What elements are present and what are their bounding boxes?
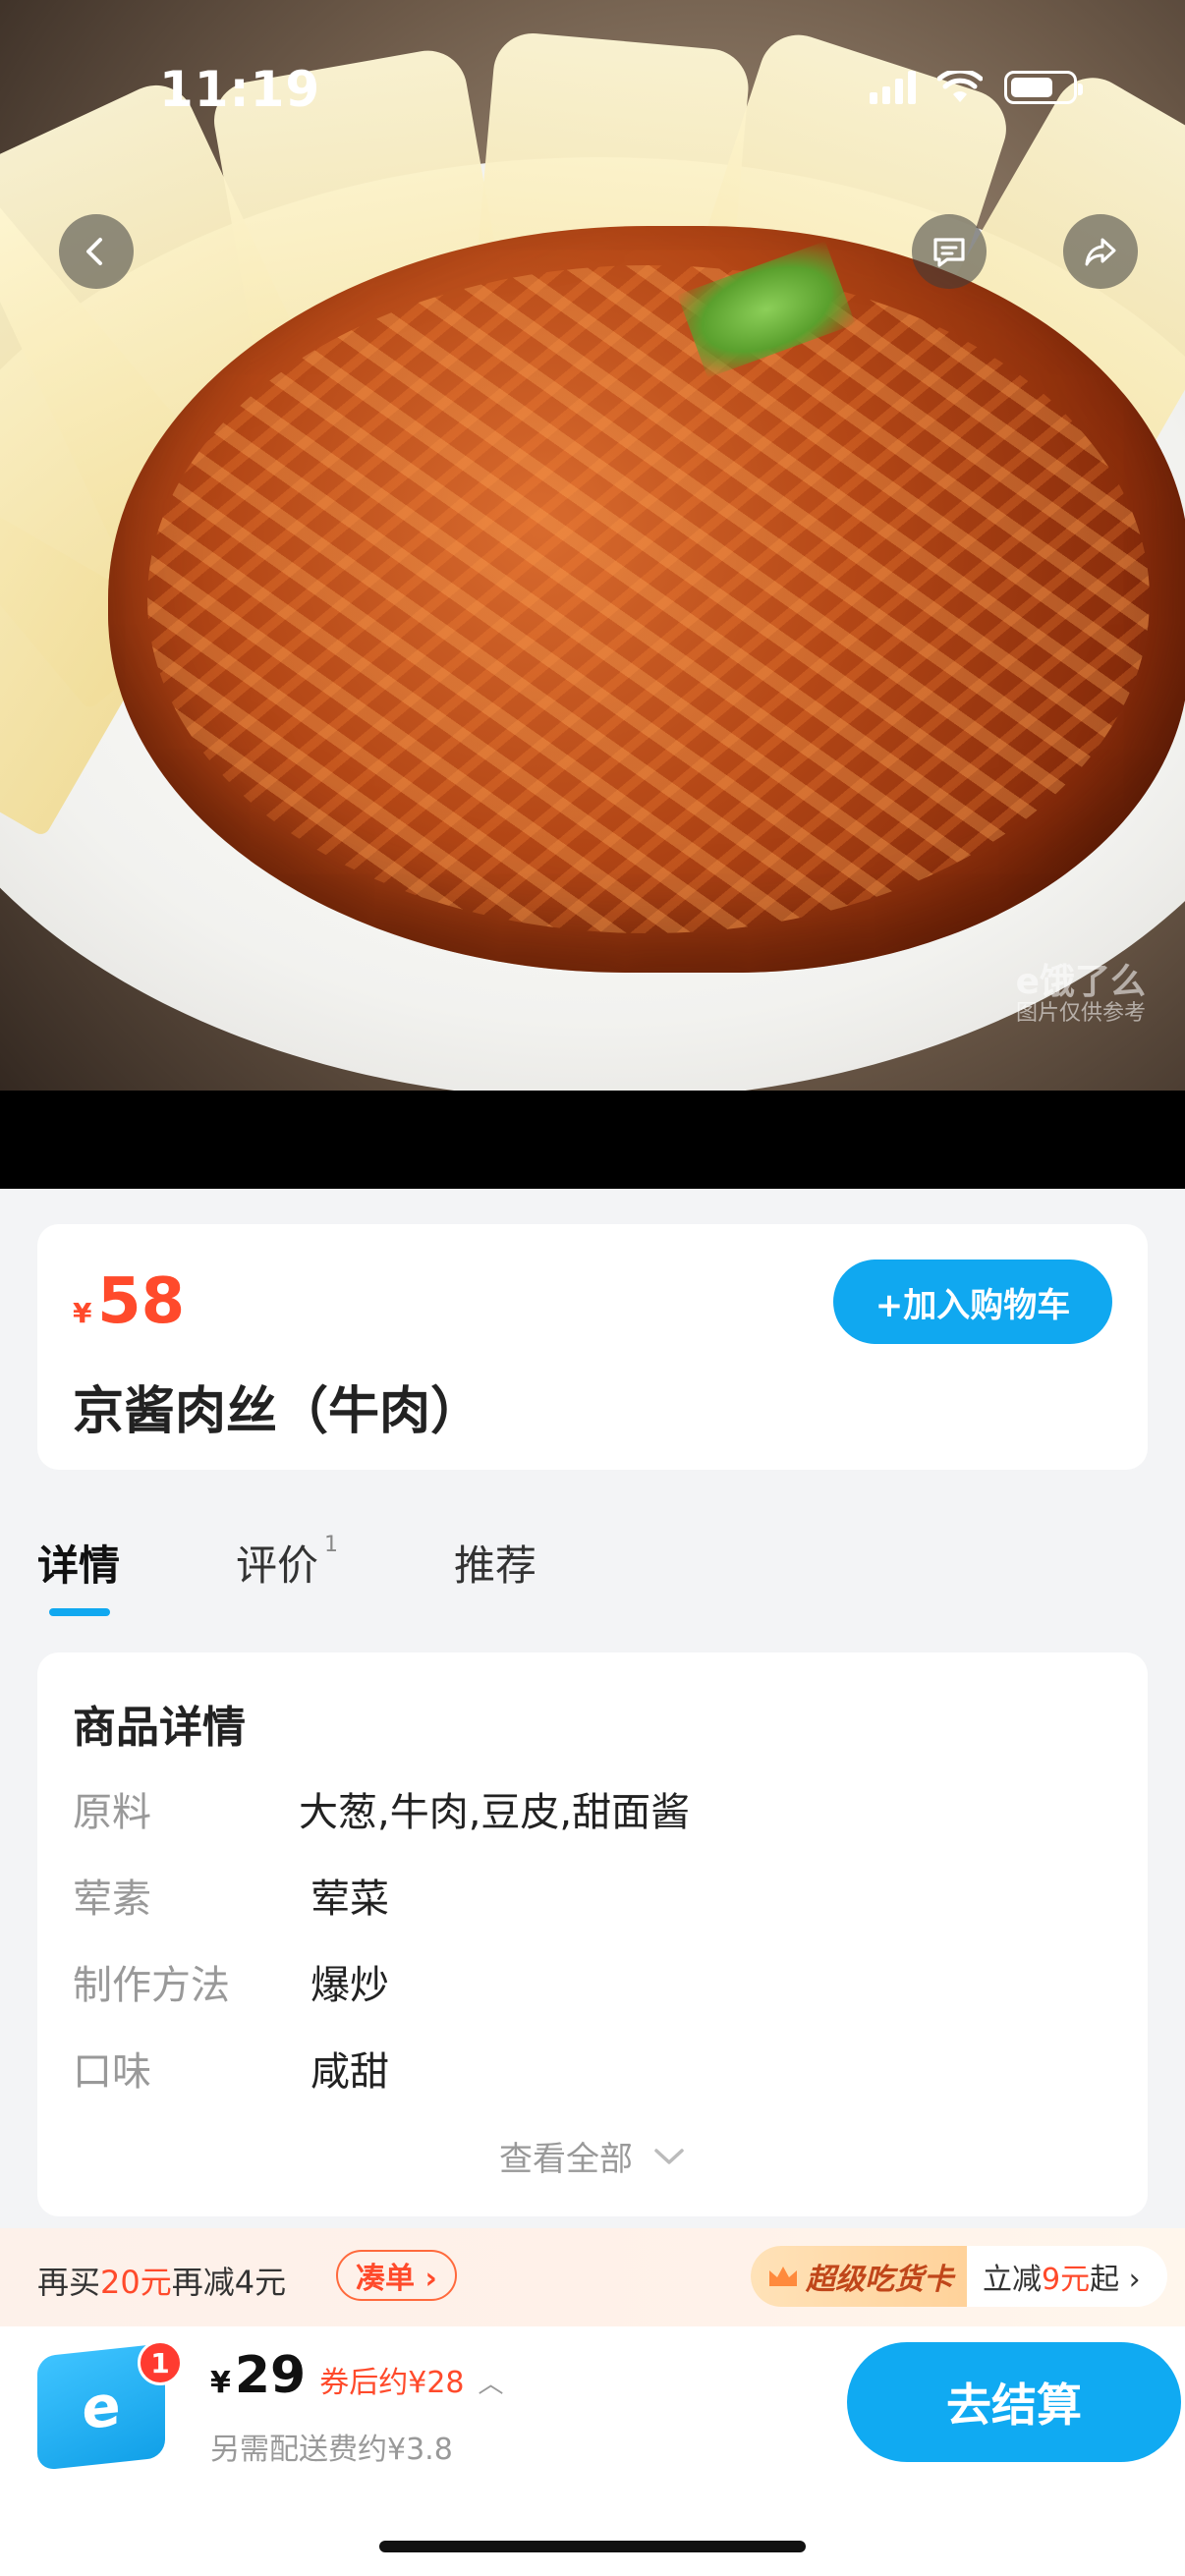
promo-middle: 再减 <box>171 2264 235 2301</box>
watermark-brand: e饿了么 <box>1015 962 1146 1002</box>
chevron-left-icon <box>86 238 102 265</box>
battery-icon <box>1004 71 1083 104</box>
product-card: ¥ 58 +加入购物车 京酱肉丝（牛肉） <box>37 1224 1148 1470</box>
product-price: ¥ 58 <box>73 1265 185 1338</box>
chevron-down-icon <box>654 2148 684 2164</box>
see-all-button[interactable]: 查看全部 <box>37 2132 1148 2180</box>
image-bottom-band <box>0 1091 1185 1189</box>
detail-tabs: 详情 评价 1 推荐 <box>37 1533 652 1616</box>
cart-count-badge: 1 <box>138 2340 183 2385</box>
home-indicator[interactable] <box>379 2541 806 2552</box>
detail-key: 口味 <box>73 2049 151 2095</box>
detail-row: 口味 咸甜 <box>73 2040 389 2097</box>
back-button[interactable] <box>59 214 134 289</box>
message-button[interactable] <box>912 214 987 289</box>
product-name: 京酱肉丝（牛肉） <box>73 1382 482 1441</box>
detail-key: 原料 <box>73 1790 151 1835</box>
vip-amount: 9元 <box>1042 2263 1091 2297</box>
cart-total[interactable]: ¥ 29 券后约¥28 ︿ <box>210 2346 504 2405</box>
tab-label: 评价 <box>236 1541 319 1590</box>
tab-reviews[interactable]: 评价 1 <box>236 1533 338 1593</box>
detail-value: 荤菜 <box>310 1876 389 1922</box>
promo-bar: 再买20元再减4元 凑单 › 超级吃货卡 立减9元起 › <box>0 2228 1185 2326</box>
coudan-button[interactable]: 凑单 › <box>336 2250 457 2301</box>
product-image: e饿了么 图片仅供参考 <box>0 0 1185 1189</box>
detail-value: 大葱,牛肉,豆皮,甜面酱 <box>299 1790 691 1835</box>
detail-key: 荤素 <box>73 1876 151 1922</box>
share-icon <box>1085 238 1116 266</box>
shredded-meat <box>108 226 1185 973</box>
detail-row: 荤素 荤菜 <box>73 1867 389 1924</box>
see-all-label: 查看全部 <box>499 2140 633 2179</box>
promo-text: 再买20元再减4元 <box>37 2258 286 2303</box>
promo-discount: 4元 <box>234 2264 287 2301</box>
vip-offer-text: 立减9元起 › <box>967 2255 1141 2298</box>
price-value: 58 <box>97 1265 186 1338</box>
tab-label: 推荐 <box>454 1541 537 1590</box>
total-currency: ¥ <box>210 2366 231 2400</box>
detail-row: 原料 大葱,牛肉,豆皮,甜面酱 <box>73 1780 690 1837</box>
wifi-icon <box>937 71 983 102</box>
vip-badge: 超级吃货卡 <box>751 2246 967 2307</box>
detail-value: 咸甜 <box>310 2049 389 2095</box>
details-title: 商品详情 <box>73 1703 246 1753</box>
after-coupon-price: 券后约¥28 <box>319 2366 465 2400</box>
add-to-cart-button[interactable]: +加入购物车 <box>833 1260 1112 1344</box>
review-count: 1 <box>324 1533 339 1557</box>
tab-recommend[interactable]: 推荐 <box>454 1533 536 1593</box>
vip-card-offer[interactable]: 超级吃货卡 立减9元起 › <box>751 2246 1167 2307</box>
tab-label: 详情 <box>37 1541 121 1590</box>
cellular-signal-icon <box>870 71 916 104</box>
status-icons <box>870 71 1083 104</box>
details-card: 商品详情 原料 大葱,牛肉,豆皮,甜面酱 荤素 荤菜 制作方法 爆炒 口味 咸甜… <box>37 1652 1148 2216</box>
vip-badge-label: 超级吃货卡 <box>806 2263 953 2297</box>
currency-symbol: ¥ <box>73 1297 92 1329</box>
checkout-button[interactable]: 去结算 <box>847 2342 1181 2462</box>
promo-prefix: 再买 <box>37 2264 101 2301</box>
share-button[interactable] <box>1063 214 1138 289</box>
detail-key: 制作方法 <box>73 1963 230 2008</box>
vip-suffix: 起 › <box>1090 2263 1141 2297</box>
watermark: e饿了么 图片仅供参考 <box>1016 963 1146 1026</box>
total-value: 29 <box>234 2346 307 2405</box>
detail-row: 制作方法 爆炒 <box>73 1953 389 2010</box>
chevron-up-icon: ︿ <box>478 2370 504 2399</box>
delivery-fee: 另需配送费约¥3.8 <box>210 2433 453 2467</box>
message-icon <box>933 238 965 267</box>
bottom-bar: e 1 ¥ 29 券后约¥28 ︿ 另需配送费约¥3.8 去结算 <box>0 2326 1185 2576</box>
tab-details[interactable]: 详情 <box>37 1533 121 1616</box>
promo-amount: 20元 <box>100 2264 172 2301</box>
detail-value: 爆炒 <box>310 1963 389 2008</box>
status-time: 11:19 <box>159 61 321 118</box>
crown-icon <box>769 2267 797 2286</box>
vip-prefix: 立减 <box>983 2263 1042 2297</box>
watermark-note: 图片仅供参考 <box>1015 1000 1146 1026</box>
